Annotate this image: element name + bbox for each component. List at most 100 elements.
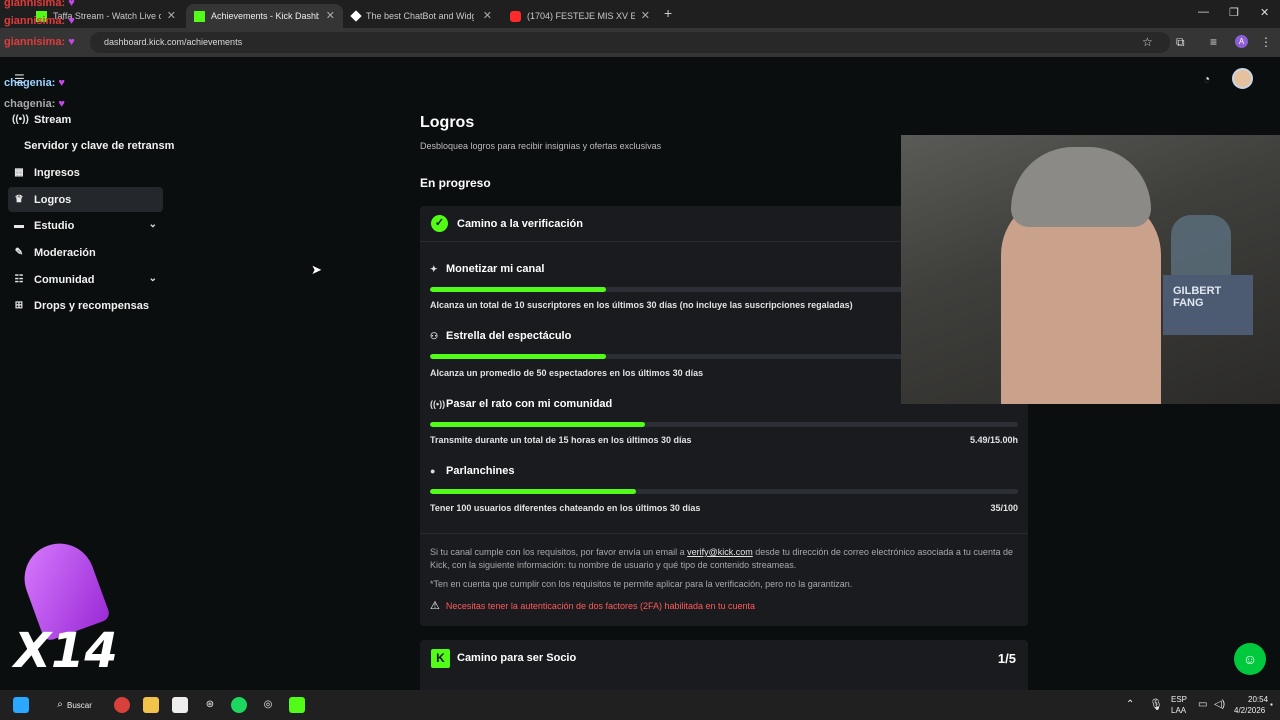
taskbar-search-label[interactable]: Buscar: [67, 701, 92, 710]
chat-message: chagenia: ♥: [4, 77, 65, 89]
taskbar: ⌕ Buscar ⊛ ◎ ⌃ 🎙 ESP LAA ▭ ◁) 20:54 4/2/…: [0, 690, 1280, 720]
maximize-icon[interactable]: ❐: [1229, 6, 1239, 19]
webcam-overlay: GILBERT FANG: [901, 135, 1280, 404]
spotify-icon[interactable]: [231, 697, 247, 713]
diamond-favicon-icon: [350, 10, 362, 22]
gift-count: X14: [14, 623, 118, 679]
tray-chevron-icon[interactable]: ⌃: [1126, 699, 1134, 710]
chat-message: giannisima: ♥: [4, 0, 75, 9]
chevron-down-icon: ⌄: [148, 273, 157, 284]
close-tab-icon[interactable]: ✕: [326, 9, 335, 22]
card-title: Camino para ser Socio: [457, 652, 577, 664]
heart-icon: ♥: [68, 15, 75, 27]
chat-bubble-icon: ●: [430, 466, 436, 476]
goal-title: ((•))Pasar el rato con mi comunidad: [430, 398, 613, 410]
kick-app-icon[interactable]: [289, 697, 305, 713]
clock-time[interactable]: 20:54: [1248, 695, 1268, 704]
card-title: Camino a la verificación: [457, 218, 583, 230]
goal-value: 35/100: [990, 503, 1018, 513]
user-avatar[interactable]: [1232, 68, 1253, 89]
notification-icon[interactable]: ▪: [1270, 700, 1273, 709]
language-sublabel[interactable]: LAA: [1171, 706, 1186, 715]
search-icon[interactable]: ⌕: [52, 697, 68, 713]
extensions-icon[interactable]: ⧉: [1176, 35, 1185, 50]
tab-chatbot[interactable]: The best ChatBot and Widgets ✕: [344, 4, 500, 28]
verification-disclaimer: *Ten en cuenta que cumplir con los requi…: [430, 579, 853, 589]
verified-badge-icon: ✓: [431, 215, 448, 232]
card-count: 1/5: [997, 651, 1016, 666]
windows-start-icon[interactable]: [13, 697, 29, 713]
sparkle-icon: ✦: [430, 264, 438, 274]
new-tab-icon[interactable]: +: [664, 5, 672, 21]
goal-title: ✦ Monetizar mi canal: [430, 263, 545, 275]
goal-title: ⚇ Estrella del espectáculo: [430, 330, 572, 342]
partner-card[interactable]: K Camino para ser Socio 1/5: [420, 640, 1028, 690]
twofa-warning: ⚠ Necesitas tener la autenticación de dos…: [430, 600, 756, 612]
goal-progress-fill: [430, 287, 607, 292]
goal-description: Tener 100 usuarios diferentes chateando …: [430, 503, 701, 513]
community-icon: ☷: [14, 274, 24, 285]
sidebar-item-comunidad[interactable]: ☷ Comunidad ⌄: [8, 267, 163, 292]
microphone-icon[interactable]: 🎙: [1149, 698, 1163, 711]
language-label[interactable]: ESP: [1171, 695, 1187, 704]
chatgpt-icon[interactable]: ⊛: [202, 697, 218, 713]
gift-icon: ⊞: [14, 300, 24, 311]
bookmark-star-icon[interactable]: ☆: [1142, 35, 1153, 49]
trophy-icon: ♛: [14, 194, 24, 205]
close-tab-icon[interactable]: ✕: [641, 9, 650, 22]
goal-progress-fill: [430, 354, 607, 359]
browser-tab-bar: Taffa Stream - Watch Live on Ki ✕ Achiev…: [0, 0, 1280, 28]
volume-icon[interactable]: ◁): [1214, 699, 1225, 710]
heart-icon: ♥: [68, 36, 75, 48]
notifications-icon[interactable]: ◔: [1203, 72, 1210, 86]
page-subtitle: Desbloquea logros para recibir insignias…: [420, 141, 662, 151]
chart-icon: ▦: [14, 167, 24, 178]
kick-logo-icon: K: [431, 649, 450, 668]
warning-icon: ⚠: [430, 600, 440, 612]
notepad-icon[interactable]: [172, 697, 188, 713]
network-icon[interactable]: ▭: [1198, 699, 1207, 710]
sidebar-item-ingresos[interactable]: ▦ Ingresos: [8, 160, 163, 185]
media-icon[interactable]: ≡: [1210, 35, 1217, 49]
chrome-icon[interactable]: [114, 697, 130, 713]
folder-icon[interactable]: [143, 697, 159, 713]
sidebar-item-logros[interactable]: ♛ Logros: [8, 187, 163, 212]
sidebar-item-server-key[interactable]: Servidor y clave de retransm: [24, 140, 174, 152]
chat-message: giannisima: ♥: [4, 15, 75, 27]
minimize-icon[interactable]: —: [1198, 6, 1209, 18]
mouse-cursor-icon: ➤: [311, 262, 322, 277]
support-chat-button[interactable]: ☺: [1234, 643, 1266, 675]
profile-avatar[interactable]: A: [1235, 35, 1248, 48]
chevron-down-icon: ⌄: [148, 219, 157, 230]
viewers-icon: ⚇: [430, 331, 439, 341]
obs-icon[interactable]: ◎: [260, 697, 276, 713]
tab-achievements[interactable]: Achievements - Kick Dashboard ✕: [186, 4, 343, 28]
url-field[interactable]: [90, 32, 1170, 53]
goal-description: Alcanza un total de 10 suscriptores en l…: [430, 300, 853, 310]
youtube-favicon-icon: [510, 10, 521, 22]
close-tab-icon[interactable]: ✕: [167, 9, 176, 22]
goal-title: ● Parlanchines: [430, 465, 515, 477]
heart-icon: ♥: [58, 77, 65, 89]
verification-note: Si tu canal cumple con los requisitos, p…: [430, 547, 1013, 570]
goal-progress-fill: [430, 422, 646, 427]
broadcast-icon: ((•)): [12, 114, 29, 125]
sidebar-item-estudio[interactable]: ▬ Estudio ⌄: [8, 213, 163, 238]
kick-favicon-icon: [194, 10, 205, 22]
menu-icon[interactable]: ⋮: [1260, 35, 1272, 49]
tab-youtube[interactable]: (1704) FESTEJE MIS XV EN ROB ✕: [502, 4, 658, 28]
bandana: [1011, 147, 1151, 227]
sidebar-item-stream[interactable]: ((•)) Stream: [8, 107, 163, 132]
goal-progress-bar: [430, 422, 1018, 427]
heart-icon: ♥: [58, 98, 65, 110]
close-tab-icon[interactable]: ✕: [483, 9, 492, 22]
clock-date[interactable]: 4/2/2026: [1234, 706, 1265, 715]
url-text[interactable]: dashboard.kick.com/achievements: [104, 37, 242, 47]
sidebar-item-moderacion[interactable]: ✎ Moderación: [8, 240, 163, 265]
verify-email-link[interactable]: verify@kick.com: [687, 547, 753, 557]
sidebar-item-drops[interactable]: ⊞ Drops y recompensas: [8, 293, 163, 318]
page-title: Logros: [420, 114, 475, 131]
goal-progress-bar: [430, 489, 1018, 494]
close-window-icon[interactable]: ✕: [1260, 6, 1269, 19]
goal-progress-fill: [430, 489, 636, 494]
